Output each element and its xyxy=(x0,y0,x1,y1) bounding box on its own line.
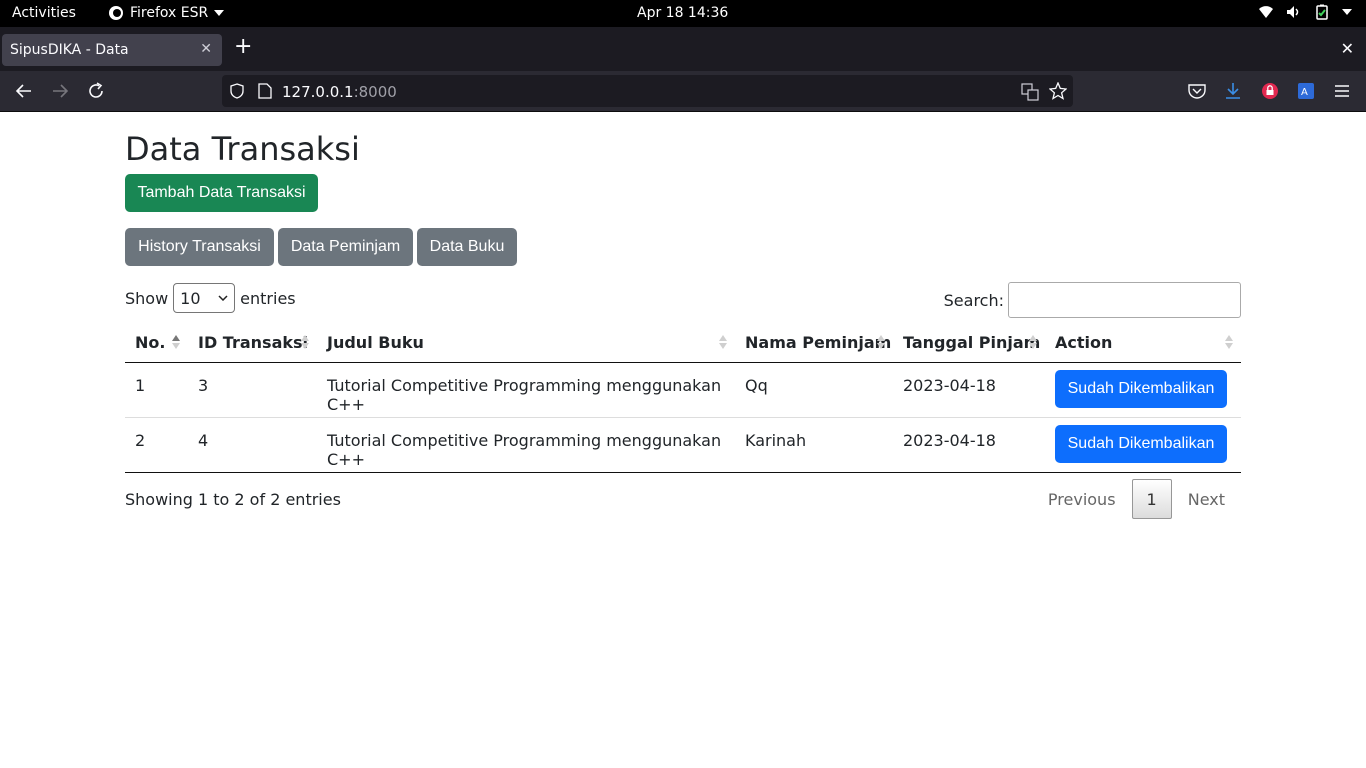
search-label: Search: xyxy=(943,290,1004,310)
data-peminjam-button[interactable]: Data Peminjam xyxy=(278,228,413,266)
svg-text:A: A xyxy=(1301,87,1308,98)
reload-icon[interactable] xyxy=(86,81,106,101)
app-menu-label: Firefox ESR xyxy=(130,5,209,21)
cell-id-transaksi: 3 xyxy=(188,362,317,418)
forward-icon[interactable] xyxy=(50,81,70,101)
add-transaction-button[interactable]: Tambah Data Transaksi xyxy=(125,174,318,212)
data-buku-button[interactable]: Data Buku xyxy=(417,228,517,266)
cell-judul-buku: Tutorial Competitive Programming menggun… xyxy=(317,417,735,473)
bookmark-star-icon[interactable] xyxy=(1049,82,1067,100)
browser-tab[interactable]: SipusDIKA - Data ✕ xyxy=(2,34,222,66)
column-header-id-transaksi[interactable]: ID Transaksi xyxy=(188,323,317,363)
cell-action: Sudah Dikembalikan xyxy=(1045,362,1241,418)
url-port: :8000 xyxy=(353,83,397,101)
cell-nama-peminjam: Qq xyxy=(735,362,893,418)
search-input[interactable] xyxy=(1008,282,1241,318)
column-header-tanggal-pinjam[interactable]: Tanggal Pinjam xyxy=(893,323,1045,363)
activities-button[interactable]: Activities xyxy=(12,5,76,21)
entries-select-value: 10 xyxy=(180,288,201,308)
chevron-down-icon xyxy=(214,10,225,16)
chevron-down-icon xyxy=(218,295,228,301)
close-window-button[interactable]: ✕ xyxy=(1341,39,1354,58)
show-label: Show xyxy=(125,288,169,308)
app-menu[interactable]: Firefox ESR xyxy=(108,5,225,21)
previous-page-button[interactable]: Previous xyxy=(1032,479,1132,519)
column-header-label: Nama Peminjam xyxy=(745,332,892,352)
shield-icon[interactable] xyxy=(229,83,245,99)
clock[interactable]: Apr 18 14:36 xyxy=(637,5,728,21)
column-header-label: ID Transaksi xyxy=(198,332,309,352)
column-header-action[interactable]: Action xyxy=(1045,323,1241,363)
cell-nama-peminjam: Karinah xyxy=(735,417,893,473)
table-row: 2 4 Tutorial Competitive Programming men… xyxy=(125,417,1241,473)
cell-tanggal-pinjam: 2023-04-18 xyxy=(893,362,1045,418)
page-icon[interactable] xyxy=(258,83,272,99)
tab-title: SipusDIKA - Data xyxy=(10,42,129,58)
sort-icon xyxy=(1029,335,1037,351)
search-control: Search: xyxy=(944,282,1241,318)
transactions-table: No. ID Transaksi Judul Buku Nama Peminja… xyxy=(125,323,1241,473)
column-header-no[interactable]: No. xyxy=(125,323,188,363)
sort-icon xyxy=(877,335,885,351)
cell-no: 1 xyxy=(125,362,188,418)
browser-nav-bar: 127.0.0.1:8000 A xyxy=(0,71,1366,112)
system-top-bar: Activities Firefox ESR Apr 18 14:36 xyxy=(0,0,1366,27)
column-header-label: Judul Buku xyxy=(327,332,424,352)
new-tab-button[interactable]: + xyxy=(234,36,252,58)
wifi-icon xyxy=(1259,6,1273,18)
column-header-judul-buku[interactable]: Judul Buku xyxy=(317,323,735,363)
system-tray[interactable] xyxy=(1258,4,1352,20)
chevron-down-icon xyxy=(1342,9,1352,15)
cell-no: 2 xyxy=(125,417,188,473)
sort-asc-icon xyxy=(172,335,180,351)
firefox-icon xyxy=(109,6,123,20)
cell-judul-buku: Tutorial Competitive Programming menggun… xyxy=(317,362,735,418)
column-header-label: No. xyxy=(135,332,166,352)
sort-icon xyxy=(719,335,727,351)
column-header-label: Tanggal Pinjam xyxy=(903,332,1041,352)
battery-icon xyxy=(1316,4,1328,20)
sort-icon xyxy=(301,335,309,351)
entries-select[interactable]: 10 xyxy=(173,283,236,313)
cell-id-transaksi: 4 xyxy=(188,417,317,473)
url-host: 127.0.0.1 xyxy=(282,83,354,101)
close-tab-icon[interactable]: ✕ xyxy=(200,41,212,57)
sort-icon xyxy=(1225,335,1233,351)
back-icon[interactable] xyxy=(14,81,34,101)
cell-tanggal-pinjam: 2023-04-18 xyxy=(893,417,1045,473)
cell-action: Sudah Dikembalikan xyxy=(1045,417,1241,473)
pagination: Previous 1 Next xyxy=(1032,479,1241,519)
url-bar[interactable]: 127.0.0.1:8000 xyxy=(222,75,1073,107)
page-title: Data Transaksi xyxy=(125,130,360,168)
translate-extension-icon[interactable]: A xyxy=(1297,82,1315,100)
entries-length-control: Show 10 entries xyxy=(125,283,296,313)
url-text: 127.0.0.1:8000 xyxy=(282,83,397,101)
sudah-dikembalikan-button[interactable]: Sudah Dikembalikan xyxy=(1055,424,1227,463)
table-header-row: No. ID Transaksi Judul Buku Nama Peminja… xyxy=(125,323,1241,363)
column-header-label: Action xyxy=(1055,332,1113,352)
pocket-icon[interactable] xyxy=(1188,83,1206,99)
volume-icon xyxy=(1287,6,1299,18)
browser-tab-strip: SipusDIKA - Data ✕ + ✕ xyxy=(0,27,1366,71)
sudah-dikembalikan-button[interactable]: Sudah Dikembalikan xyxy=(1055,369,1227,408)
table-row: 1 3 Tutorial Competitive Programming men… xyxy=(125,362,1241,418)
menu-icon[interactable] xyxy=(1334,83,1350,99)
history-transaksi-button[interactable]: History Transaksi xyxy=(125,228,274,266)
column-header-nama-peminjam[interactable]: Nama Peminjam xyxy=(735,323,893,363)
table-info: Showing 1 to 2 of 2 entries xyxy=(125,490,341,509)
page-button-current[interactable]: 1 xyxy=(1131,479,1172,519)
translate-icon[interactable] xyxy=(1021,83,1039,101)
next-page-button[interactable]: Next xyxy=(1172,479,1241,519)
extension-block-icon[interactable] xyxy=(1261,82,1279,100)
entries-label: entries xyxy=(240,288,296,308)
download-icon[interactable] xyxy=(1225,82,1241,100)
